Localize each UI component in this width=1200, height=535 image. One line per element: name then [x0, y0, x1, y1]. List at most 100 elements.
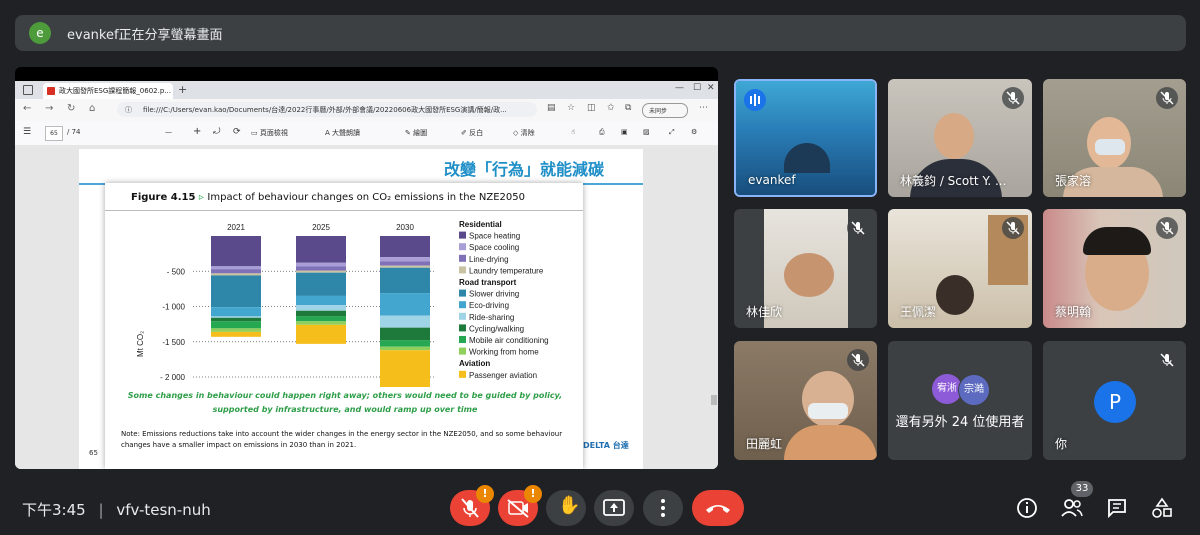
participant-tile-scott[interactable]: 林義鈞 / Scott Y. ... [888, 79, 1032, 197]
bar-segment [380, 340, 430, 347]
save-as-icon[interactable]: ▨ [643, 128, 650, 136]
address-bar-row: ← → ↻ ⌂ ⓘ file:///C:/Users/evan.kao/Docu… [15, 99, 718, 122]
y-tick-label: -1 000 [162, 303, 185, 312]
read-aloud-button[interactable]: A 大聲朗讀 [325, 128, 360, 138]
participant-tile-evankef[interactable]: evankef [734, 79, 877, 197]
others-avatar-2: 宗澔 [958, 374, 990, 406]
maximize-icon[interactable]: ☐ [693, 83, 701, 93]
bar-segment [211, 321, 261, 329]
hang-up-icon [706, 505, 730, 513]
bar-segment [211, 307, 261, 317]
home-icon[interactable]: ⌂ [89, 103, 95, 114]
slide-page-number: 65 [89, 449, 98, 457]
bar-segment [296, 316, 346, 322]
mic-warning-badge: ! [476, 485, 494, 503]
others-tile[interactable]: 宥淅 宗澔 還有另外 24 位使用者 [888, 341, 1032, 460]
chat-icon [1108, 499, 1126, 519]
window-menu-icon[interactable] [23, 85, 33, 95]
info-icon: ⓘ [125, 106, 132, 114]
y-axis-label: Mt CO₂ [136, 331, 145, 357]
highlight-button[interactable]: ✐ 反白 [461, 128, 483, 138]
participant-tile-wang[interactable]: 王佩潔 [888, 209, 1032, 328]
present-icon [603, 499, 625, 516]
participant-tile-lin[interactable]: 林佳欣 [734, 209, 877, 328]
browser-tab[interactable]: 政大國發所ESG課程簡報_0602.p... [43, 83, 173, 99]
raise-hand-button[interactable]: ✋ [546, 490, 586, 526]
zoom-in-button[interactable]: + [193, 126, 201, 137]
url-field[interactable]: ⓘ file:///C:/Users/evan.kao/Documents/台達… [117, 102, 537, 117]
erase-label: 清除 [520, 129, 535, 137]
more-icon[interactable]: ⋯ [699, 103, 708, 113]
participant-tile-you[interactable]: P 你 [1043, 341, 1186, 460]
info-icon [1017, 498, 1037, 518]
participant-tile-tian[interactable]: 田麗虹 [734, 341, 877, 460]
more-options-button[interactable] [643, 490, 683, 526]
person-face [934, 113, 974, 159]
browser-tab-bar: 政大國發所ESG課程簡報_0602.p... + — ☐ ✕ [15, 81, 718, 99]
save-icon[interactable]: ▣ [621, 128, 628, 136]
rotate-icon[interactable]: ⟳ [233, 127, 241, 137]
close-icon[interactable]: ✕ [707, 83, 715, 93]
new-tab-icon[interactable]: + [178, 83, 187, 96]
y-tick-label: - 2 000 [160, 373, 185, 382]
bar-segment [211, 317, 261, 322]
scrollbar-thumb[interactable] [711, 395, 717, 405]
page-number-input[interactable]: 65 [45, 126, 63, 141]
legend-swatch [459, 254, 466, 262]
refresh-icon[interactable]: ↻ [67, 103, 75, 114]
back-icon[interactable]: ← [23, 103, 31, 114]
settings-icon[interactable]: ⚙ [691, 128, 697, 136]
erase-button[interactable]: ◇ 清除 [513, 128, 535, 138]
bar-segment [211, 275, 261, 308]
x-tick-label: 2021 [227, 223, 245, 232]
touch-icon[interactable]: ☝ [571, 128, 575, 136]
print-icon[interactable]: ⎙ [599, 128, 605, 137]
legend-swatch [459, 324, 466, 332]
meeting-details-button[interactable] [1016, 497, 1038, 523]
bar-segment [211, 266, 261, 270]
people-button[interactable] [1060, 497, 1084, 523]
fullscreen-icon[interactable]: ⤢ [669, 128, 675, 137]
participant-name: 田麗虹 [746, 437, 783, 451]
bar-segment [296, 236, 346, 263]
slide-page: 改變「行為」就能減碳 65 DELTA 台達 Figure 4.15 ▹ Imp… [79, 149, 643, 469]
page-total: / 74 [67, 128, 81, 136]
favorite-icon[interactable]: ☆ [567, 103, 575, 113]
draw-button[interactable]: ✎ 繪圖 [405, 128, 427, 138]
split-icon[interactable]: ◫ [587, 103, 596, 113]
present-screen-button[interactable] [594, 490, 634, 526]
participant-tile-tsai[interactable]: 蔡明翰 [1043, 209, 1186, 328]
x-tick-label: 2025 [312, 223, 330, 232]
zoom-out-button[interactable]: — [165, 128, 172, 136]
legend-label: Space cooling [469, 243, 519, 252]
x-tick-label: 2030 [396, 223, 414, 232]
collections-icon[interactable]: ⧉ [625, 103, 631, 113]
participant-tile-zhang[interactable]: 張家溶 [1043, 79, 1186, 197]
bar-segment [296, 266, 346, 271]
chat-button[interactable] [1106, 497, 1128, 523]
reader-icon[interactable]: ▤ [547, 103, 556, 113]
contents-icon[interactable]: ☰ [23, 127, 31, 137]
legend-swatch [459, 243, 466, 251]
figure-label: Figure 4.15 [131, 192, 196, 203]
info-divider: | [98, 501, 104, 519]
people-count-badge: 33 [1071, 481, 1093, 497]
mic-off-icon [1156, 349, 1178, 371]
leave-call-button[interactable] [692, 490, 744, 526]
profile-button[interactable]: 未同步 [642, 103, 688, 118]
page-view-button[interactable]: ▭ 頁面檢視 [251, 128, 288, 138]
mic-off-icon [847, 349, 869, 371]
highlight-label: 反白 [469, 129, 484, 137]
legend-group-title: Residential [459, 220, 502, 229]
activities-button[interactable] [1151, 497, 1173, 523]
slide-heading: 改變「行為」就能減碳 [444, 160, 605, 179]
forward-icon[interactable]: → [45, 103, 53, 114]
favorites-list-icon[interactable]: ✩ [607, 103, 615, 113]
mic-off-icon [1156, 217, 1178, 239]
fit-icon[interactable]: ⤾ [213, 127, 221, 137]
bar-segment [211, 236, 261, 267]
minimize-icon[interactable]: — [675, 83, 684, 93]
legend-label: Working from home [469, 348, 539, 357]
y-tick-label: - 500 [167, 267, 186, 276]
legend-swatch [459, 347, 466, 355]
